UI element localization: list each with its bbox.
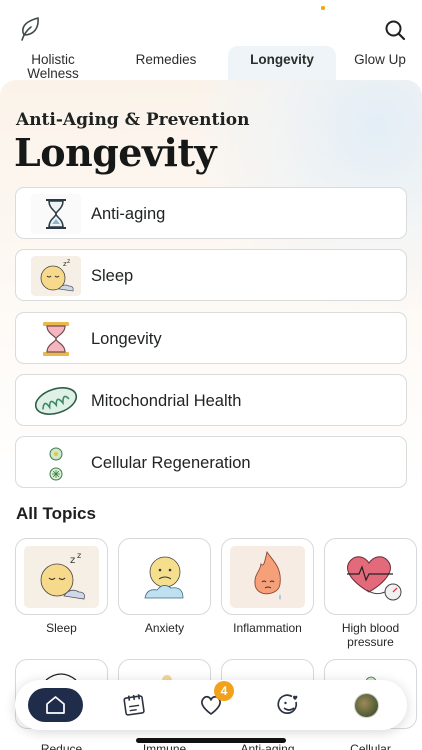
category-card-mitochondrial-health[interactable]: Mitochondrial Health (15, 374, 407, 426)
svg-text:z: z (67, 258, 70, 265)
favorites-badge: 4 (214, 681, 234, 701)
leaf-icon[interactable] (18, 16, 42, 42)
section-title-all-topics: All Topics (16, 504, 96, 523)
topic-label: Anxiety (144, 621, 185, 635)
svg-text:z: z (70, 555, 75, 566)
hourglass-icon (31, 194, 81, 234)
topic-label: Inflammation (233, 621, 302, 635)
sleeping-face-icon: z z (31, 256, 81, 296)
svg-text:z: z (77, 551, 81, 560)
bottom-nav: 4 (15, 680, 407, 730)
hero-kicker: Anti-Aging & Prevention (16, 110, 250, 130)
tab-label: Glow Up (354, 52, 406, 67)
category-label: Anti-aging (91, 205, 166, 223)
hourglass-pink-icon (31, 319, 81, 359)
page-title: Longevity (14, 130, 217, 175)
tab-label: Remedies (135, 52, 197, 67)
topic-label: Immune (142, 742, 187, 750)
topic-label: Anti-aging (240, 742, 295, 750)
notebook-icon[interactable] (121, 692, 147, 718)
topic-label: Cellular (350, 742, 391, 750)
category-label: Sleep (91, 267, 134, 285)
avatar[interactable] (354, 693, 379, 718)
tab-label: Holistic Welness (27, 52, 79, 81)
topic-card-high-blood-pressure[interactable] (324, 538, 417, 615)
category-card-longevity[interactable]: Longevity (15, 312, 407, 364)
home-icon (46, 696, 65, 714)
topic-card-sleep[interactable]: z z (15, 538, 108, 615)
category-card-cellular-regeneration[interactable]: Cellular Regeneration (15, 436, 407, 488)
smile-heart-icon[interactable] (276, 692, 302, 718)
search-icon[interactable] (384, 19, 406, 41)
category-label: Longevity (91, 330, 162, 348)
topic-card-anxiety[interactable] (118, 538, 211, 615)
category-label: Mitochondrial Health (91, 392, 242, 410)
home-indicator (136, 738, 286, 743)
worried-face-icon (127, 546, 202, 608)
mitochondria-icon (31, 381, 81, 421)
sleeping-face-icon: z z (24, 546, 99, 608)
tab-label: Longevity (250, 52, 314, 67)
topic-card-inflammation[interactable] (221, 538, 314, 615)
flame-face-icon (230, 546, 305, 608)
topic-label: High blood pressure (341, 621, 400, 649)
header (0, 0, 422, 46)
category-card-sleep[interactable]: z z Sleep (15, 249, 407, 301)
heart-gauge-icon (333, 546, 408, 608)
topic-label: Reduce (40, 742, 83, 750)
category-card-anti-aging[interactable]: Anti-aging (15, 187, 407, 239)
cell-icon (31, 443, 81, 483)
topic-label: Sleep (46, 621, 77, 635)
nav-home-button[interactable] (28, 688, 83, 722)
category-label: Cellular Regeneration (91, 454, 251, 472)
